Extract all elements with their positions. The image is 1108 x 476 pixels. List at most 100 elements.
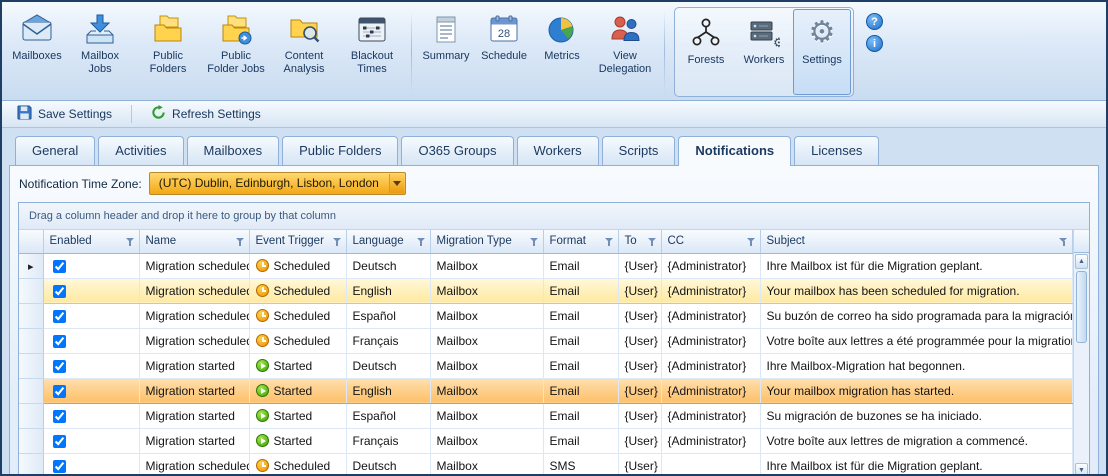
- tab-o365-groups[interactable]: O365 Groups: [401, 136, 513, 165]
- format-cell: Email: [543, 378, 618, 403]
- scroll-track[interactable]: [1074, 344, 1089, 462]
- ribbon-item-mailboxes[interactable]: Mailboxes: [8, 5, 66, 99]
- table-row[interactable]: Migration started Started Deutsch Mailbo…: [19, 353, 1073, 378]
- enabled-cell[interactable]: [43, 278, 139, 303]
- column-header-language[interactable]: Language: [346, 230, 430, 253]
- tab-licenses[interactable]: Licenses: [794, 136, 879, 165]
- enabled-checkbox[interactable]: [53, 460, 66, 473]
- enabled-cell[interactable]: [43, 328, 139, 353]
- name-cell: Migration scheduled: [139, 253, 249, 278]
- tab-general[interactable]: General: [15, 136, 95, 165]
- ribbon-item-summary[interactable]: Summary: [417, 5, 475, 99]
- ribbon-item-label: Forests: [688, 54, 725, 67]
- row-selector-cell[interactable]: [19, 303, 43, 328]
- table-row[interactable]: Migration scheduled Scheduled English Ma…: [19, 278, 1073, 303]
- row-selector-cell[interactable]: [19, 253, 43, 278]
- vertical-scrollbar[interactable]: ▲ ▼: [1073, 230, 1089, 476]
- ribbon-item-label: Mailboxes: [12, 50, 62, 63]
- enabled-cell[interactable]: [43, 453, 139, 476]
- enabled-checkbox[interactable]: [53, 260, 66, 273]
- column-header-event-trigger[interactable]: Event Trigger: [249, 230, 346, 253]
- save-settings-button[interactable]: Save Settings: [10, 103, 119, 125]
- row-selector-cell[interactable]: [19, 428, 43, 453]
- enabled-checkbox[interactable]: [53, 385, 66, 398]
- row-selector-cell[interactable]: [19, 328, 43, 353]
- tab-notifications[interactable]: Notifications: [678, 136, 791, 166]
- tab-workers[interactable]: Workers: [517, 136, 599, 165]
- ribbon-item-view-delegation[interactable]: View Delegation: [591, 5, 659, 99]
- scroll-thumb[interactable]: [1076, 271, 1087, 343]
- table-row[interactable]: Migration scheduled Scheduled Deutsch Ma…: [19, 453, 1073, 476]
- format-cell: Email: [543, 303, 618, 328]
- ribbon-item-blackout-times[interactable]: Blackout Times: [338, 5, 406, 99]
- filter-icon[interactable]: [648, 237, 657, 246]
- tab-activities[interactable]: Activities: [98, 136, 183, 165]
- filter-icon[interactable]: [126, 237, 135, 246]
- ribbon-item-settings[interactable]: ⚙ Settings: [793, 9, 851, 95]
- enabled-cell[interactable]: [43, 303, 139, 328]
- enabled-cell[interactable]: [43, 403, 139, 428]
- column-header-cc[interactable]: CC: [661, 230, 760, 253]
- name-cell: Migration started: [139, 403, 249, 428]
- event-trigger-label: Scheduled: [274, 334, 331, 348]
- table-row[interactable]: Migration scheduled Scheduled Deutsch Ma…: [19, 253, 1073, 278]
- filter-icon[interactable]: [747, 237, 756, 246]
- enabled-checkbox[interactable]: [53, 335, 66, 348]
- filter-icon[interactable]: [1059, 237, 1068, 246]
- scroll-down-button[interactable]: ▼: [1075, 463, 1088, 476]
- info-button[interactable]: i: [866, 35, 883, 52]
- filter-icon[interactable]: [236, 237, 245, 246]
- enabled-checkbox[interactable]: [53, 435, 66, 448]
- ribbon-item-metrics[interactable]: Metrics: [533, 5, 591, 99]
- event-trigger-cell: Scheduled: [249, 303, 346, 328]
- subject-cell: Ihre Mailbox-Migration hat begonnen.: [760, 353, 1073, 378]
- table-row[interactable]: Migration scheduled Scheduled Français M…: [19, 328, 1073, 353]
- tab-public-folders[interactable]: Public Folders: [282, 136, 398, 165]
- column-header-subject[interactable]: Subject: [760, 230, 1073, 253]
- ribbon-item-content-analysis[interactable]: Content Analysis: [270, 5, 338, 99]
- table-row[interactable]: Migration started Started Español Mailbo…: [19, 403, 1073, 428]
- column-header-to[interactable]: To: [618, 230, 661, 253]
- ribbon-item-public-folder-jobs[interactable]: Public Folder Jobs: [202, 5, 270, 99]
- format-cell: Email: [543, 428, 618, 453]
- table-row[interactable]: Migration started Started English Mailbo…: [19, 378, 1073, 403]
- ribbon-item-workers[interactable]: ⚙ Workers: [735, 9, 793, 95]
- row-selector-cell[interactable]: [19, 378, 43, 403]
- timezone-dropdown[interactable]: (UTC) Dublin, Edinburgh, Lisbon, London: [149, 172, 406, 195]
- group-by-bar[interactable]: Drag a column header and drop it here to…: [19, 203, 1089, 230]
- column-header-enabled[interactable]: Enabled: [43, 230, 139, 253]
- scroll-up-button[interactable]: ▲: [1075, 254, 1088, 269]
- row-selector-cell[interactable]: [19, 453, 43, 476]
- filter-icon[interactable]: [333, 237, 342, 246]
- column-header-format[interactable]: Format: [543, 230, 618, 253]
- row-selector-cell[interactable]: [19, 403, 43, 428]
- table-row[interactable]: Migration scheduled Scheduled Español Ma…: [19, 303, 1073, 328]
- enabled-cell[interactable]: [43, 253, 139, 278]
- ribbon-item-mailbox-jobs[interactable]: Mailbox Jobs: [66, 5, 134, 99]
- tab-mailboxes[interactable]: Mailboxes: [187, 136, 280, 165]
- column-header-name[interactable]: Name: [139, 230, 249, 253]
- enabled-cell[interactable]: [43, 378, 139, 403]
- help-button[interactable]: ?: [866, 13, 883, 30]
- enabled-cell[interactable]: [43, 353, 139, 378]
- enabled-checkbox[interactable]: [53, 310, 66, 323]
- subject-cell: Ihre Mailbox ist für die Migration gepla…: [760, 253, 1073, 278]
- row-selector-cell[interactable]: [19, 278, 43, 303]
- ribbon-item-public-folders[interactable]: Public Folders: [134, 5, 202, 99]
- ribbon-item-forests[interactable]: Forests: [677, 9, 735, 95]
- refresh-settings-button[interactable]: Refresh Settings: [144, 103, 268, 125]
- enabled-cell[interactable]: [43, 428, 139, 453]
- enabled-checkbox[interactable]: [53, 285, 66, 298]
- tab-scripts[interactable]: Scripts: [602, 136, 676, 165]
- row-selector-cell[interactable]: [19, 353, 43, 378]
- enabled-checkbox[interactable]: [53, 410, 66, 423]
- filter-icon[interactable]: [417, 237, 426, 246]
- table-row[interactable]: Migration started Started Français Mailb…: [19, 428, 1073, 453]
- column-header-migration-type[interactable]: Migration Type: [430, 230, 543, 253]
- enabled-checkbox[interactable]: [53, 360, 66, 373]
- ribbon-item-schedule[interactable]: 28 Schedule: [475, 5, 533, 99]
- cc-cell: {Administrator}: [661, 278, 760, 303]
- filter-icon[interactable]: [530, 237, 539, 246]
- chevron-down-icon[interactable]: [389, 174, 404, 193]
- filter-icon[interactable]: [605, 237, 614, 246]
